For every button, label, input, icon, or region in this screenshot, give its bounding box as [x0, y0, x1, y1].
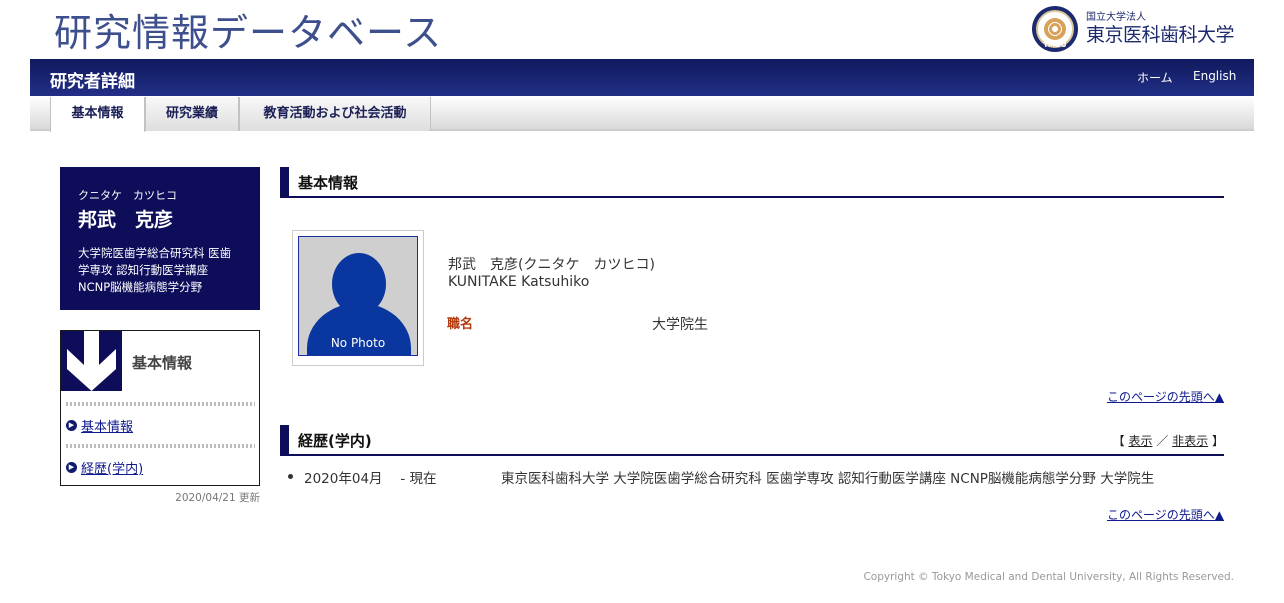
arrow-right-circle-icon: ▶ — [66, 462, 77, 473]
basic-info-section-header: 基本情報 — [280, 167, 1224, 198]
researcher-profile-card: クニタケ カツヒコ 邦武 克彦 大学院医歯学総合研究科 医歯学専攻 認知行動医学… — [60, 167, 260, 310]
english-link[interactable]: English — [1193, 69, 1236, 83]
university-name: 東京医科歯科大学 — [1086, 24, 1235, 46]
divider — [66, 402, 255, 406]
last-updated: 2020/04/21 更新 — [175, 492, 260, 504]
side-menu-item-basic-info[interactable]: ▶ 基本情報 — [66, 416, 133, 435]
researcher-name-kana: クニタケ カツヒコ — [78, 189, 177, 202]
list-item: 2020年04月 - 現在 東京医科歯科大学 大学院医歯学総合研究科 医歯学専攻… — [288, 467, 1154, 487]
university-seal-icon: TMDU — [1032, 6, 1078, 52]
side-menu-title: 基本情報 — [132, 354, 193, 372]
side-menu: 基本情報 ▶ 基本情報 ▶ 経歴(学内) — [60, 330, 260, 486]
career-section-header: 経歴(学内) 【 表示 ／ 非表示 】 — [280, 425, 1224, 456]
home-link[interactable]: ホーム — [1137, 69, 1173, 86]
career-detail: 東京医科歯科大学 大学院医歯学総合研究科 医歯学専攻 認知行動医学講座 NCNP… — [501, 471, 1155, 487]
researcher-photo: No Photo — [292, 230, 424, 366]
back-to-top-link[interactable]: このページの先頭へ▲ — [1107, 388, 1224, 405]
arrow-right-circle-icon: ▶ — [66, 420, 77, 431]
bullet-icon — [288, 474, 293, 479]
career-period: 2020年04月 - 現在 — [304, 471, 437, 487]
side-menu-item-career[interactable]: ▶ 経歴(学内) — [66, 458, 143, 477]
tab-research-achievements[interactable]: 研究業績 — [145, 97, 239, 131]
researcher-roman-name: KUNITAKE Katsuhiko — [448, 274, 590, 290]
down-arrow-icon — [61, 331, 122, 391]
hide-toggle-link[interactable]: 非表示 — [1172, 434, 1208, 448]
no-photo-avatar-icon: No Photo — [298, 236, 418, 356]
university-type: 国立大学法人 — [1086, 12, 1146, 23]
copyright: Copyright © Tokyo Medical and Dental Uni… — [863, 571, 1234, 583]
researcher-full-name: 邦武 克彦(クニタケ カツヒコ) — [448, 257, 655, 273]
section-title: 基本情報 — [298, 174, 359, 192]
page-heading: 研究者詳細 — [50, 72, 135, 92]
back-to-top-link[interactable]: このページの先頭へ▲ — [1107, 506, 1224, 523]
tab-education-social-activities[interactable]: 教育活動および社会活動 — [239, 97, 431, 131]
researcher-affiliation: 大学院医歯学総合研究科 医歯学専攻 認知行動医学講座 NCNP脳機能病態学分野 — [78, 246, 232, 294]
title-bar: 研究者詳細 ホーム English — [30, 59, 1254, 96]
side-menu-link[interactable]: 基本情報 — [81, 416, 133, 435]
site-title[interactable]: 研究情報データベース — [54, 2, 442, 57]
divider — [66, 444, 255, 448]
researcher-name: 邦武 克彦 — [78, 209, 174, 231]
position-value: 大学院生 — [652, 317, 708, 333]
side-menu-link[interactable]: 経歴(学内) — [81, 458, 143, 477]
tab-bar: 基本情報 研究業績 教育活動および社会活動 — [30, 96, 1254, 132]
display-toggle: 【 表示 ／ 非表示 】 — [1112, 434, 1224, 448]
position-label: 職名 — [447, 317, 474, 332]
university-logo[interactable]: TMDU 国立大学法人 東京医科歯科大学 — [1032, 5, 1247, 53]
tab-basic-info[interactable]: 基本情報 — [50, 97, 145, 132]
section-title: 経歴(学内) — [298, 432, 372, 450]
show-toggle-link[interactable]: 表示 — [1128, 434, 1152, 448]
